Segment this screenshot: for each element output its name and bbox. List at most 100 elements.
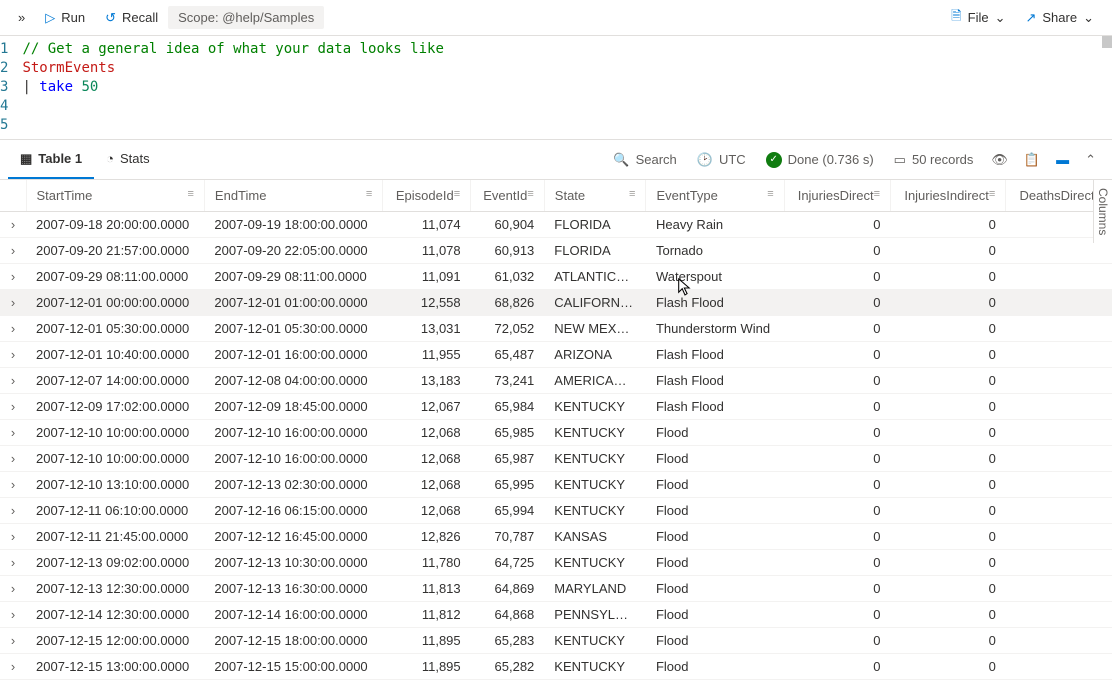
cell[interactable]: 2007-12-01 00:00:00.0000 bbox=[26, 290, 204, 316]
cell[interactable]: PENNSYL… bbox=[544, 602, 646, 628]
cell[interactable]: 2007-12-09 18:45:00.0000 bbox=[204, 394, 382, 420]
cell[interactable]: 0 bbox=[784, 602, 890, 628]
cell[interactable]: 0 bbox=[784, 316, 890, 342]
cell[interactable]: KENTUCKY bbox=[544, 628, 646, 654]
cell[interactable]: KENTUCKY bbox=[544, 394, 646, 420]
cell[interactable]: Tornado bbox=[646, 238, 784, 264]
table-row[interactable]: ›2007-12-07 14:00:00.00002007-12-08 04:0… bbox=[0, 368, 1112, 394]
cell[interactable]: 2007-12-07 14:00:00.0000 bbox=[26, 368, 204, 394]
cell[interactable]: Heavy Rain bbox=[646, 212, 784, 238]
cell[interactable]: 2007-12-11 06:10:00.0000 bbox=[26, 498, 204, 524]
cell[interactable]: 0 bbox=[890, 576, 1005, 602]
cell[interactable] bbox=[1006, 680, 1112, 686]
cell[interactable] bbox=[1006, 316, 1112, 342]
cell[interactable]: 0 bbox=[890, 342, 1005, 368]
filter-icon[interactable]: ≡ bbox=[527, 188, 533, 200]
column-header[interactable]: InjuriesIndirect≡ bbox=[890, 180, 1005, 212]
column-header[interactable]: EventId≡ bbox=[471, 180, 545, 212]
cell[interactable]: 0 bbox=[784, 290, 890, 316]
filter-icon[interactable]: ≡ bbox=[454, 188, 460, 200]
timezone-selector[interactable]: 🕑 UTC bbox=[687, 152, 756, 168]
cell[interactable]: 13,031 bbox=[383, 316, 471, 342]
expand-row-button[interactable]: › bbox=[0, 212, 26, 238]
expand-row-button[interactable]: › bbox=[0, 238, 26, 264]
cell[interactable] bbox=[1006, 498, 1112, 524]
run-button[interactable]: ▷ Run bbox=[35, 6, 95, 30]
expand-row-button[interactable]: › bbox=[0, 576, 26, 602]
cell[interactable]: 61,032 bbox=[471, 264, 545, 290]
cell[interactable]: Flood bbox=[646, 446, 784, 472]
cell[interactable]: MARYLAND bbox=[544, 576, 646, 602]
search-button[interactable]: 🔍 Search bbox=[603, 152, 686, 168]
color-by-value-button[interactable]: ▬ bbox=[1048, 152, 1077, 167]
cell[interactable]: 12,826 bbox=[383, 524, 471, 550]
table-row[interactable]: ›2007-12-09 17:02:00.00002007-12-09 18:4… bbox=[0, 394, 1112, 420]
cell[interactable]: 2007-09-20 22:05:00.0000 bbox=[204, 238, 382, 264]
tab-stats[interactable]: ◔ Stats bbox=[94, 140, 161, 179]
cell[interactable]: 2007-12-14 12:30:00.0000 bbox=[26, 602, 204, 628]
cell[interactable]: 2007-12-15 12:00:00.0000 bbox=[26, 628, 204, 654]
copy-button[interactable]: 📋 bbox=[1016, 152, 1048, 168]
cell[interactable]: 12,558 bbox=[383, 290, 471, 316]
cell[interactable]: 65,487 bbox=[471, 342, 545, 368]
cell[interactable]: 0 bbox=[890, 316, 1005, 342]
cell[interactable] bbox=[1006, 264, 1112, 290]
cell[interactable]: 13,183 bbox=[383, 368, 471, 394]
cell[interactable] bbox=[1006, 394, 1112, 420]
cell[interactable]: 2007-12-13 02:30:00.0000 bbox=[204, 472, 382, 498]
expand-row-button[interactable]: › bbox=[0, 498, 26, 524]
cell[interactable]: KANSAS bbox=[544, 524, 646, 550]
cell[interactable]: 65,984 bbox=[471, 394, 545, 420]
cell[interactable]: 12,692 bbox=[383, 680, 471, 686]
cell[interactable] bbox=[1006, 576, 1112, 602]
table-row[interactable]: ›2007-12-10 10:00:00.00002007-12-10 16:0… bbox=[0, 420, 1112, 446]
cell[interactable]: 12,068 bbox=[383, 420, 471, 446]
cell[interactable]: 60,913 bbox=[471, 238, 545, 264]
cell[interactable]: 0 bbox=[890, 394, 1005, 420]
cell[interactable]: 0 bbox=[890, 602, 1005, 628]
cell[interactable]: 2007-12-13 16:30:00.0000 bbox=[204, 576, 382, 602]
cell[interactable]: Flood bbox=[646, 498, 784, 524]
cell[interactable] bbox=[1006, 446, 1112, 472]
cell[interactable]: CALIFORN… bbox=[544, 290, 646, 316]
cell[interactable]: 2007-12-12 16:45:00.0000 bbox=[204, 524, 382, 550]
table-row[interactable]: ›2007-12-15 13:00:00.00002007-12-15 15:0… bbox=[0, 654, 1112, 680]
cell[interactable]: KENTUCKY bbox=[544, 446, 646, 472]
cell[interactable] bbox=[1006, 654, 1112, 680]
cell[interactable]: 65,987 bbox=[471, 446, 545, 472]
cell[interactable]: ARIZONA bbox=[544, 342, 646, 368]
column-header[interactable]: InjuriesDirect≡ bbox=[784, 180, 890, 212]
expand-row-button[interactable]: › bbox=[0, 290, 26, 316]
cell[interactable]: 2007-12-10 13:10:00.0000 bbox=[26, 472, 204, 498]
cell[interactable] bbox=[1006, 420, 1112, 446]
cell[interactable]: Flash Flood bbox=[646, 290, 784, 316]
table-row[interactable]: ›2007-12-11 06:10:00.00002007-12-16 06:1… bbox=[0, 498, 1112, 524]
code-area[interactable]: // Get a general idea of what your data … bbox=[22, 36, 443, 139]
cell[interactable]: 2007-12-09 17:02:00.0000 bbox=[26, 394, 204, 420]
cell[interactable]: 0 bbox=[890, 680, 1005, 686]
table-row[interactable]: ›2007-09-18 20:00:00.00002007-09-19 18:0… bbox=[0, 212, 1112, 238]
cell[interactable]: 2007-09-29 08:11:00.0000 bbox=[204, 264, 382, 290]
cell[interactable]: 11,074 bbox=[383, 212, 471, 238]
filter-icon[interactable]: ≡ bbox=[874, 188, 880, 200]
cell[interactable]: KENTUCKY bbox=[544, 550, 646, 576]
column-header[interactable]: EventType≡ bbox=[646, 180, 784, 212]
expand-row-button[interactable]: › bbox=[0, 368, 26, 394]
cell[interactable]: 2007-12-10 10:00:00.0000 bbox=[26, 446, 204, 472]
table-row[interactable]: ›2007-12-14 12:30:00.00002007-12-14 16:0… bbox=[0, 602, 1112, 628]
expand-row-button[interactable]: › bbox=[0, 654, 26, 680]
table-row[interactable]: ›2007-12-01 00:00:00.00002007-12-01 01:0… bbox=[0, 290, 1112, 316]
table-row[interactable]: ›2007-09-29 08:11:00.00002007-09-29 08:1… bbox=[0, 264, 1112, 290]
cell[interactable]: 0 bbox=[784, 264, 890, 290]
expand-row-button[interactable]: › bbox=[0, 550, 26, 576]
cell[interactable]: 70,787 bbox=[471, 524, 545, 550]
cell[interactable]: 0 bbox=[784, 446, 890, 472]
cell[interactable]: 2007-12-13 10:30:00.0000 bbox=[204, 550, 382, 576]
expand-row-button[interactable]: › bbox=[0, 264, 26, 290]
cell[interactable]: Flash Flood bbox=[646, 368, 784, 394]
cell[interactable] bbox=[1006, 342, 1112, 368]
cell[interactable]: 69,738 bbox=[471, 680, 545, 686]
table-row[interactable]: ›2007-12-13 09:02:00.00002007-12-13 10:3… bbox=[0, 550, 1112, 576]
cell[interactable]: 2007-12-10 16:00:00.0000 bbox=[204, 420, 382, 446]
table-row[interactable]: ›2007-12-01 10:40:00.00002007-12-01 16:0… bbox=[0, 342, 1112, 368]
